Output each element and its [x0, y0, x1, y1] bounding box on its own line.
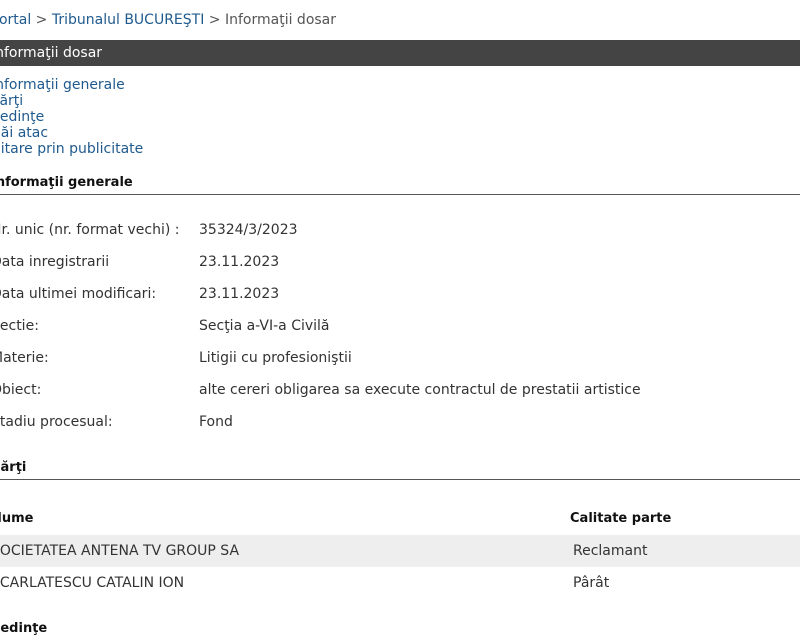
breadcrumb-link[interactable]: Tribunalul BUCUREŞTI — [52, 12, 204, 28]
info-label: Obiect: — [0, 382, 42, 398]
info-value: alte cereri obligarea sa execute contrac… — [199, 382, 641, 398]
info-label: Data ultimei modificari: — [0, 286, 157, 302]
table-row: SOCIETATEA ANTENA TV GROUP SA Reclamant — [0, 535, 800, 567]
breadcrumb-separator: > — [31, 12, 52, 28]
parties-table: Nume Calitate parte SOCIETATEA ANTENA TV… — [0, 501, 800, 599]
party-role: Reclamant — [570, 535, 800, 567]
parties-table-header: Nume Calitate parte — [0, 501, 800, 535]
info-value: Litigii cu profesioniştii — [199, 350, 352, 366]
party-role: Pârât — [573, 575, 610, 591]
section-link[interactable]: Căi atac — [0, 125, 48, 141]
info-row: Nr. unic (nr. format vechi) : 35324/3/202… — [0, 222, 800, 254]
section-link[interactable]: Citare prin publicitate — [0, 141, 143, 157]
general-info-list: Nr. unic (nr. format vechi) : 35324/3/202… — [0, 222, 800, 446]
info-row: Obiect: alte cereri obligarea sa execute … — [0, 382, 800, 414]
party-name: SOCIETATEA ANTENA TV GROUP SA — [0, 535, 570, 567]
page-title-bar: Informaţii dosar — [0, 40, 800, 66]
info-row: Stadiu procesual: Fond — [0, 414, 800, 446]
info-label: Stadiu procesual: — [0, 414, 113, 430]
info-row: Data inregistrarii 23.11.2023 — [0, 254, 800, 286]
info-row: Sectie: Secţia a-VI-a Civilă — [0, 318, 800, 350]
section-link[interactable]: Informaţii generale — [0, 77, 125, 93]
info-row: Data ultimei modificari: 23.11.2023 — [0, 286, 800, 318]
info-label: Nr. unic (nr. format vechi) : — [0, 222, 180, 238]
breadcrumb-separator: > — [204, 12, 225, 28]
info-label: Materie: — [0, 350, 49, 366]
info-label: Data inregistrarii — [0, 254, 110, 270]
section-link[interactable]: Părţi — [0, 93, 23, 109]
page-content: Portal > Tribunalul BUCUREŞTI > Informaţ… — [0, 0, 800, 640]
info-value: 23.11.2023 — [199, 254, 280, 270]
column-header-role: Calitate parte — [570, 510, 672, 526]
table-row: SCARLATESCU CATALIN ION Pârât — [0, 567, 800, 599]
breadcrumb: Portal > Tribunalul BUCUREŞTI > Informaţ… — [0, 0, 800, 40]
general-info-heading: Informaţii generale — [0, 175, 800, 195]
page-title: Informaţii dosar — [0, 45, 103, 61]
info-row: Materie: Litigii cu profesioniştii — [0, 350, 800, 382]
section-link[interactable]: Şedinţe — [0, 109, 44, 125]
section-links: Informaţii generalePărţiŞedinţeCăi atacC… — [0, 77, 800, 157]
parties-heading: Părţi — [0, 460, 800, 480]
hearings-heading: Şedinţe — [0, 621, 48, 636]
info-value: 35324/3/2023 — [199, 222, 298, 238]
info-value: 23.11.2023 — [199, 286, 280, 302]
info-label: Sectie: — [0, 318, 39, 334]
info-value: Secţia a-VI-a Civilă — [199, 318, 330, 334]
column-header-name: Nume — [0, 510, 34, 526]
info-value: Fond — [199, 414, 233, 430]
party-name: SCARLATESCU CATALIN ION — [0, 575, 185, 591]
breadcrumb-link[interactable]: Portal — [0, 12, 31, 28]
breadcrumb-current: Informaţii dosar — [224, 12, 337, 28]
